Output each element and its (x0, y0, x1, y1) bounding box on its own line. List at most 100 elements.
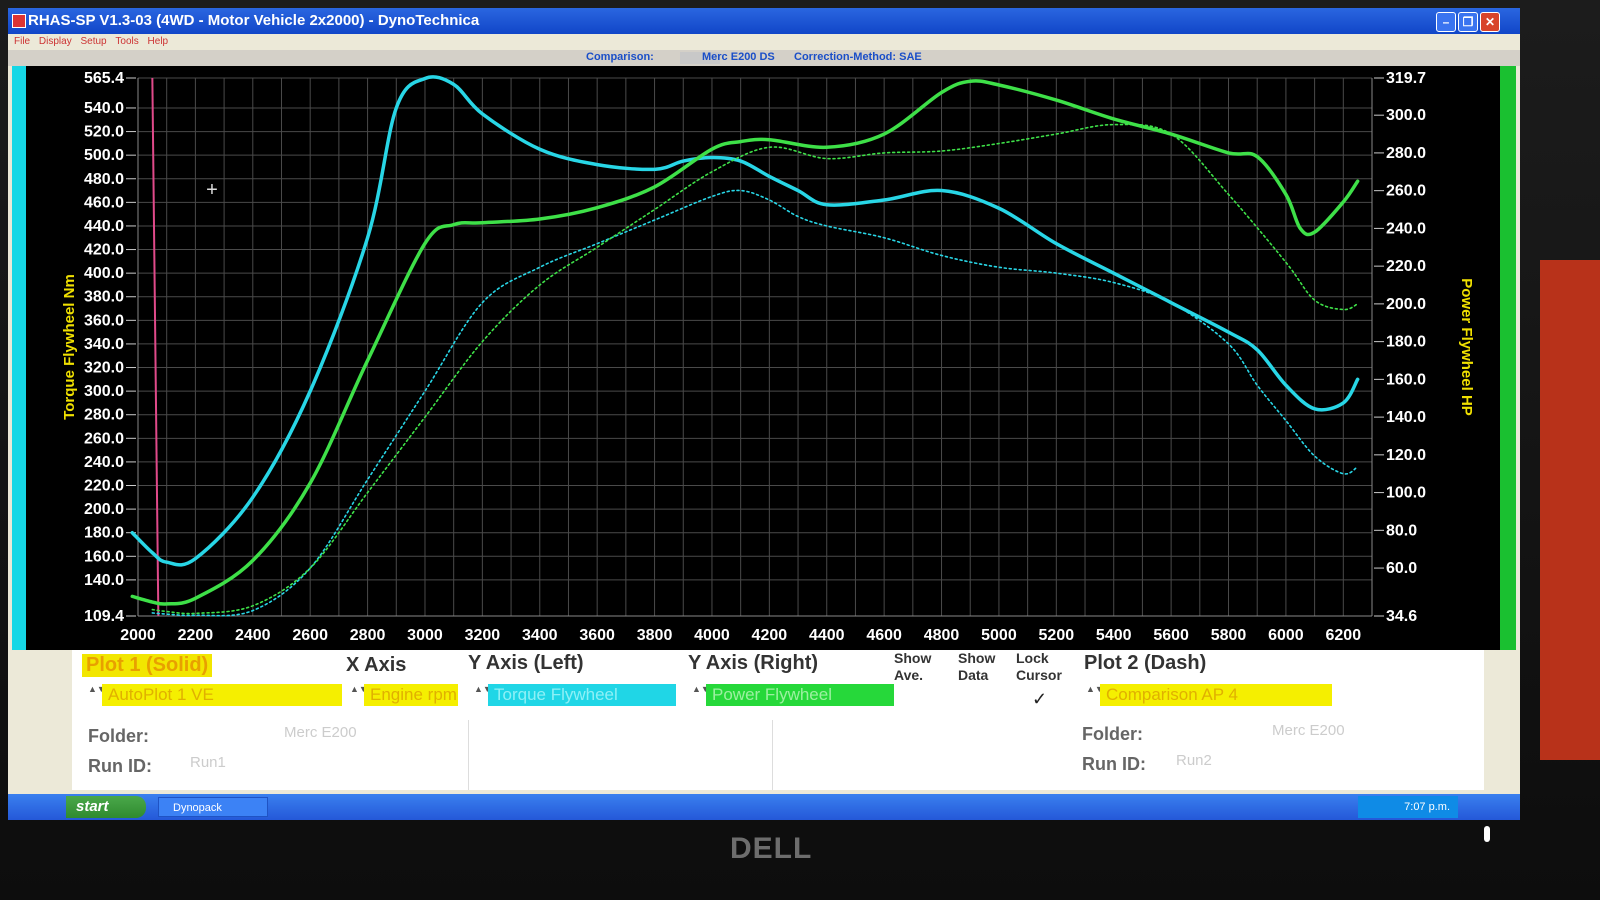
plot2-spinner[interactable]: ▲▼ (1086, 684, 1104, 706)
menu-bar: File Display Setup Tools Help (8, 34, 1520, 50)
x-tick-label: 2000 (120, 627, 156, 644)
folder2-label: Folder: (1082, 724, 1143, 744)
y-left-tick-label: 160.0 (84, 548, 124, 565)
axes: 2000 2200 2400 2600 2800 3000 3200 3400 3600 3800… (84, 70, 1426, 644)
x-tick-label: 6200 (1326, 627, 1362, 644)
plot2-select[interactable]: Comparison AP 4 (1100, 684, 1332, 706)
series (130, 75, 1360, 617)
grid (137, 77, 1373, 617)
y-left-tick-label: 380.0 (84, 289, 124, 306)
show-ave-label-1: Show (894, 650, 932, 666)
start-button[interactable]: start (66, 796, 146, 818)
x-tick-label: 5400 (1096, 627, 1132, 644)
menu-display[interactable]: Display (39, 34, 72, 50)
series-line-1 (130, 75, 1360, 567)
folder2-value: Merc E200 (1272, 722, 1345, 739)
y-left-tick-label: 565.4 (84, 70, 124, 87)
show-ave-label-2: Ave. (894, 667, 924, 683)
y-axis-left-title: Torque Flywheel Nm (61, 274, 78, 420)
menu-file[interactable]: File (14, 34, 30, 50)
menu-tools[interactable]: Tools (115, 34, 138, 50)
x-tick-label: 3000 (407, 627, 443, 644)
y-right-tick-label: 200.0 (1386, 296, 1426, 313)
taskbar-item-dynopack[interactable]: Dynopack (158, 797, 268, 817)
runid2-label: Run ID: (1082, 754, 1146, 774)
lock-cursor-checkbox[interactable]: ✓ (1032, 690, 1050, 708)
x-tick-label: 3200 (465, 627, 501, 644)
x-axis-label: X Axis (346, 654, 407, 676)
series-line-3 (151, 189, 1359, 617)
y-left-tick-label: 340.0 (84, 336, 124, 353)
plot1-select[interactable]: AutoPlot 1 VE (102, 684, 342, 706)
y-right-spinner[interactable]: ▲▼ (692, 684, 710, 706)
show-data-label-2: Data (958, 667, 989, 683)
y-left-tick-label: 420.0 (84, 242, 124, 259)
y-left-tick-label: 180.0 (84, 525, 124, 542)
y-right-tick-label: 34.6 (1386, 608, 1417, 625)
y-left-tick-label: 220.0 (84, 478, 124, 495)
comparison-label: Comparison: (586, 51, 654, 63)
x-tick-label: 2800 (350, 627, 386, 644)
y-right-select[interactable]: Power Flywheel (706, 684, 894, 706)
y-left-tick-label: 480.0 (84, 171, 124, 188)
y-right-tick-label: 300.0 (1386, 107, 1426, 124)
y-axis-right-label: Y Axis (Right) (688, 652, 819, 674)
x-tick-label: 4400 (809, 627, 845, 644)
y-left-tick-label: 500.0 (84, 147, 124, 164)
divider-1 (468, 720, 469, 790)
background-wall (1540, 260, 1600, 760)
y-right-tick-label: 60.0 (1386, 560, 1417, 577)
y-right-tick-label: 80.0 (1386, 522, 1417, 539)
screen: RHAS-SP V1.3-03 (4WD - Motor Vehicle 2x2… (8, 8, 1520, 820)
y-right-tick-label: 240.0 (1386, 220, 1426, 237)
system-tray-clock[interactable]: 7:07 p.m. (1358, 796, 1458, 818)
vehicle-name: Merc E200 DS (702, 51, 775, 63)
y-left-tick-label: 440.0 (84, 218, 124, 235)
x-tick-label: 5000 (981, 627, 1017, 644)
menu-setup[interactable]: Setup (80, 34, 106, 50)
power-color-bar (1500, 66, 1516, 650)
x-tick-label: 5800 (1211, 627, 1247, 644)
folder1-value: Merc E200 (284, 724, 357, 741)
x-tick-label: 4200 (752, 627, 788, 644)
y-left-select[interactable]: Torque Flywheel (488, 684, 676, 706)
plot1-label: Plot 1 (Solid) (82, 654, 213, 677)
x-tick-label: 4800 (924, 627, 960, 644)
y-right-tick-label: 220.0 (1386, 258, 1426, 275)
info-bar: Comparison: Merc E200 DS Correction-Meth… (8, 50, 1520, 66)
y-right-tick-label: 319.7 (1386, 70, 1426, 87)
x-tick-label: 3800 (637, 627, 673, 644)
y-left-spinner[interactable]: ▲▼ (474, 684, 492, 706)
torque-color-bar (12, 66, 26, 650)
title-bar[interactable]: RHAS-SP V1.3-03 (4WD - Motor Vehicle 2x2… (8, 8, 1520, 34)
menu-help[interactable]: Help (148, 34, 169, 50)
y-left-tick-label: 320.0 (84, 360, 124, 377)
maximize-button[interactable]: ❐ (1458, 12, 1478, 32)
series-line-2 (130, 79, 1360, 606)
y-left-tick-label: 140.0 (84, 572, 124, 589)
folder1-label: Folder: (88, 726, 149, 746)
y-left-tick-label: 360.0 (84, 312, 124, 329)
y-right-tick-label: 280.0 (1386, 145, 1426, 162)
minimize-button[interactable]: – (1436, 12, 1456, 32)
y-left-tick-label: 200.0 (84, 501, 124, 518)
y-left-tick-label: 109.4 (84, 608, 124, 625)
x-tick-label: 4000 (694, 627, 730, 644)
y-right-tick-label: 120.0 (1386, 447, 1426, 464)
plot1-spinner[interactable]: ▲▼ (88, 684, 106, 706)
correction-method: Correction-Method: SAE (794, 51, 922, 63)
window-title: RHAS-SP V1.3-03 (4WD - Motor Vehicle 2x2… (28, 12, 480, 29)
lock-cursor-label-1: Lock (1016, 650, 1049, 666)
dyno-chart[interactable]: 2000 2200 2400 2600 2800 3000 3200 3400 3600 3800… (26, 66, 1500, 650)
y-right-tick-label: 180.0 (1386, 334, 1426, 351)
data-cursor-line (151, 77, 160, 617)
y-left-tick-label: 240.0 (84, 454, 124, 471)
x-axis-select[interactable]: Engine rpm (364, 684, 458, 706)
close-button[interactable]: ✕ (1480, 12, 1500, 32)
y-left-tick-label: 540.0 (84, 100, 124, 117)
taskbar: start Dynopack 7:07 p.m. (8, 794, 1520, 820)
plot-area[interactable]: 2000 2200 2400 2600 2800 3000 3200 3400 3600 3800… (12, 66, 1516, 650)
x-tick-label: 3400 (522, 627, 558, 644)
x-tick-label: 3600 (579, 627, 615, 644)
x-axis-spinner[interactable]: ▲▼ (350, 684, 368, 706)
